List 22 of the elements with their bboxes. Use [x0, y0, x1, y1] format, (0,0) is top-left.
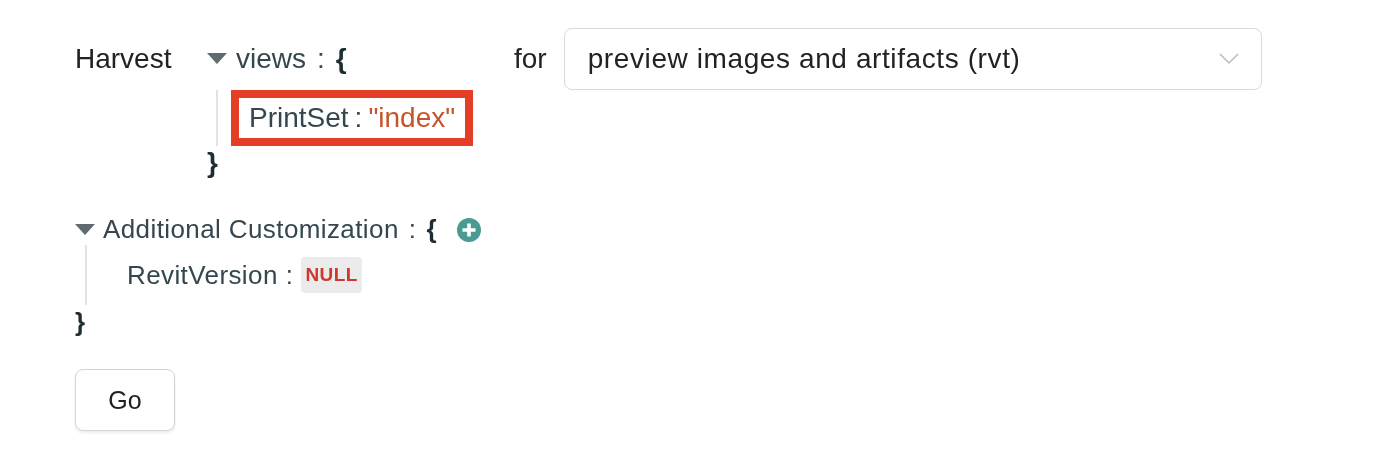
entry-key: PrintSet	[249, 102, 349, 134]
string-value: "index"	[368, 102, 456, 134]
collapse-triangle-icon[interactable]	[207, 53, 227, 65]
harvest-label: Harvest	[75, 42, 173, 76]
open-brace: {	[426, 214, 437, 245]
colon: :	[317, 43, 325, 75]
colon: :	[354, 102, 363, 134]
go-button[interactable]: Go	[75, 369, 175, 431]
colon: :	[285, 259, 294, 291]
collapse-triangle-icon[interactable]	[75, 223, 95, 236]
add-icon[interactable]	[456, 217, 481, 242]
object-key: Additional Customization	[103, 214, 399, 245]
for-label: for	[514, 42, 547, 76]
null-badge: NULL	[301, 257, 362, 293]
close-brace: }	[75, 306, 87, 339]
chevron-down-icon	[1218, 53, 1239, 65]
entry-key: RevitVersion	[127, 259, 278, 291]
colon: :	[408, 214, 417, 245]
object-key: views	[236, 43, 306, 75]
target-dropdown[interactable]: preview images and artifacts (rvt)	[563, 28, 1262, 90]
close-brace: }	[207, 148, 219, 178]
open-brace: {	[335, 43, 347, 75]
